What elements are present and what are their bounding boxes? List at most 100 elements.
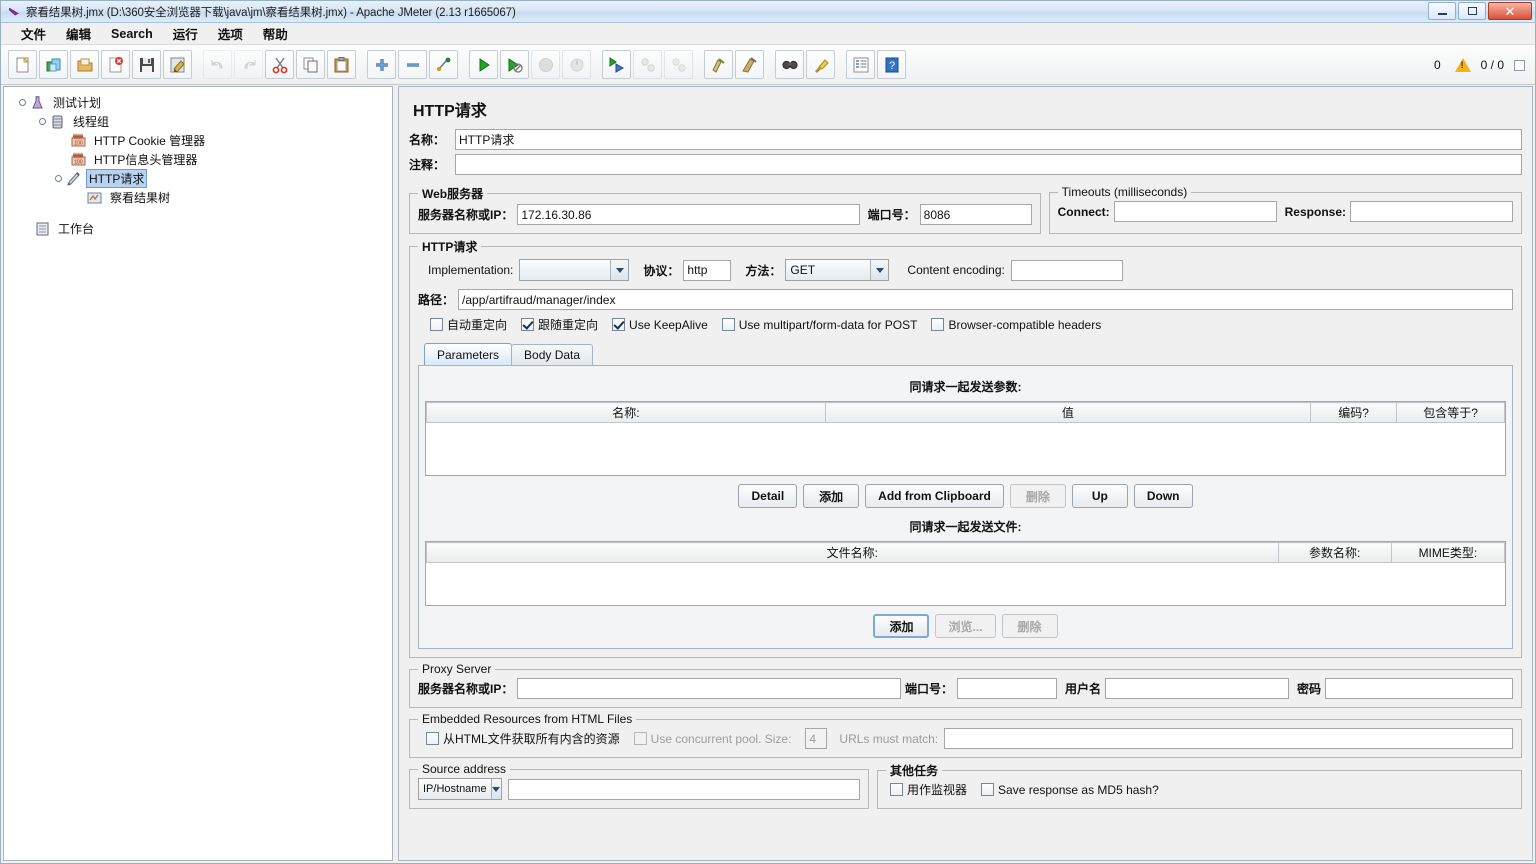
path-input[interactable] [458, 289, 1513, 310]
function-helper-icon[interactable] [846, 50, 875, 79]
port-input[interactable] [919, 204, 1032, 225]
save-icon[interactable] [132, 50, 161, 79]
expander-icon[interactable] [36, 115, 49, 128]
cut-icon[interactable] [265, 50, 294, 79]
name-input[interactable] [455, 129, 1522, 150]
menu-file[interactable]: 文件 [11, 22, 56, 45]
tree-node-cookie-manager[interactable]: 100 HTTP Cookie 管理器 [12, 131, 392, 150]
tab-body-data[interactable]: Body Data [511, 344, 594, 365]
add-param-button[interactable]: 添加 [803, 484, 860, 508]
params-col-value[interactable]: 值 [824, 402, 1311, 423]
source-address-type-select[interactable]: IP/Hostname [418, 778, 502, 800]
tree-node-test-plan[interactable]: 测试计划 [12, 93, 392, 112]
params-table[interactable]: 名称: 值 编码? 包含等于? [425, 401, 1506, 476]
server-input[interactable] [517, 204, 860, 225]
tree-node-header-manager[interactable]: 100 HTTP信息头管理器 [12, 150, 392, 169]
shutdown-icon[interactable] [562, 50, 591, 79]
menu-edit[interactable]: 编辑 [56, 22, 101, 45]
checkbox-use-as-monitor[interactable]: 用作监视器 [890, 781, 967, 798]
checkbox-auto-redirect[interactable]: 自动重定向 [430, 316, 507, 333]
files-col-filename[interactable]: 文件名称: [426, 542, 1279, 563]
tree-node-workbench[interactable]: 工作台 [12, 219, 392, 238]
svg-text:100: 100 [74, 140, 83, 146]
new-icon[interactable] [8, 50, 37, 79]
params-col-name[interactable]: 名称: [426, 402, 826, 423]
proxy-username-input[interactable] [1104, 678, 1289, 699]
remote-shutdown-all-icon[interactable] [664, 50, 693, 79]
method-select[interactable]: GET [785, 259, 890, 281]
clear-all-icon[interactable] [735, 50, 764, 79]
urls-must-match-input[interactable] [944, 728, 1513, 749]
menu-run[interactable]: 运行 [163, 22, 208, 45]
expand-icon[interactable] [367, 50, 396, 79]
status-indicator [1514, 59, 1525, 71]
maximize-button[interactable] [1458, 2, 1486, 20]
chevron-down-icon[interactable] [490, 779, 501, 799]
protocol-input[interactable] [683, 259, 732, 281]
comment-input[interactable] [455, 154, 1522, 175]
tab-parameters[interactable]: Parameters [424, 343, 513, 365]
checkbox-save-md5[interactable]: Save response as MD5 hash? [981, 783, 1159, 797]
open-icon[interactable] [70, 50, 99, 79]
params-col-include-equals[interactable]: 包含等于? [1396, 402, 1505, 423]
checkbox-use-keepalive[interactable]: Use KeepAlive [612, 318, 708, 332]
undo-icon[interactable] [203, 50, 232, 79]
tree-node-view-results-tree[interactable]: 察看结果树 [12, 188, 392, 207]
minimize-button[interactable] [1428, 2, 1456, 20]
tree-node-http-request[interactable]: HTTP请求 [12, 169, 392, 188]
down-button[interactable]: Down [1133, 484, 1193, 508]
checkbox-retrieve-embedded[interactable]: 从HTML文件获取所有内含的资源 [426, 730, 620, 747]
help-icon[interactable]: ? [877, 50, 906, 79]
test-plan-tree-pane[interactable]: 测试计划 线程组 100 HTTP Cookie 管理器 100 HTTP信息头… [3, 86, 393, 861]
chevron-down-icon[interactable] [610, 260, 629, 280]
checkbox-use-multipart[interactable]: Use multipart/form-data for POST [721, 318, 917, 332]
toggle-icon[interactable] [429, 50, 458, 79]
menu-help[interactable]: 帮助 [253, 22, 298, 45]
tree-node-thread-group[interactable]: 线程组 [12, 112, 392, 131]
proxy-server-input[interactable] [517, 678, 901, 699]
response-input[interactable] [1350, 201, 1513, 222]
remote-start-all-icon[interactable] [602, 50, 631, 79]
search-icon[interactable] [775, 50, 804, 79]
paste-icon[interactable] [327, 50, 356, 79]
files-col-mimetype[interactable]: MIME类型: [1390, 542, 1506, 563]
content-encoding-input[interactable] [1010, 259, 1123, 281]
add-from-clipboard-button[interactable]: Add from Clipboard [865, 484, 1004, 508]
redo-icon[interactable] [234, 50, 263, 79]
copy-icon[interactable] [296, 50, 325, 79]
implementation-select[interactable] [519, 259, 630, 281]
proxy-password-input[interactable] [1325, 678, 1513, 699]
checkbox-follow-redirects[interactable]: 跟随重定向 [521, 316, 598, 333]
test-plan-tree: 测试计划 线程组 100 HTTP Cookie 管理器 100 HTTP信息头… [4, 87, 392, 238]
detail-button[interactable]: Detail [738, 484, 798, 508]
files-table-body[interactable] [426, 563, 1505, 605]
save-as-icon[interactable] [163, 50, 192, 79]
source-address-input[interactable] [508, 778, 860, 800]
search-reset-icon[interactable] [806, 50, 835, 79]
menu-options[interactable]: 选项 [208, 22, 253, 45]
server-label: 服务器名称或IP： [418, 208, 514, 222]
start-icon[interactable] [469, 50, 498, 79]
stop-icon[interactable] [531, 50, 560, 79]
warning-icon[interactable] [1454, 58, 1471, 72]
params-col-encode[interactable]: 编码? [1309, 402, 1398, 423]
up-button[interactable]: Up [1071, 484, 1128, 508]
expander-icon[interactable] [52, 172, 65, 185]
params-table-body[interactable] [426, 423, 1505, 475]
menu-search[interactable]: Search [101, 25, 163, 43]
collapse-icon[interactable] [398, 50, 427, 79]
chevron-down-icon[interactable] [870, 260, 889, 280]
templates-icon[interactable] [39, 50, 68, 79]
close-icon[interactable] [101, 50, 130, 79]
close-button[interactable]: ✕ [1488, 2, 1532, 20]
start-no-timers-icon[interactable] [500, 50, 529, 79]
clear-icon[interactable] [704, 50, 733, 79]
checkbox-browser-compatible-headers[interactable]: Browser-compatible headers [931, 318, 1101, 332]
files-table[interactable]: 文件名称: 参数名称: MIME类型: [425, 541, 1506, 606]
proxy-port-input[interactable] [956, 678, 1057, 699]
expander-icon[interactable] [16, 96, 29, 109]
connect-input[interactable] [1113, 201, 1277, 222]
remote-stop-all-icon[interactable] [633, 50, 662, 79]
add-file-button[interactable]: 添加 [873, 614, 930, 638]
files-col-paramname[interactable]: 参数名称: [1277, 542, 1392, 563]
